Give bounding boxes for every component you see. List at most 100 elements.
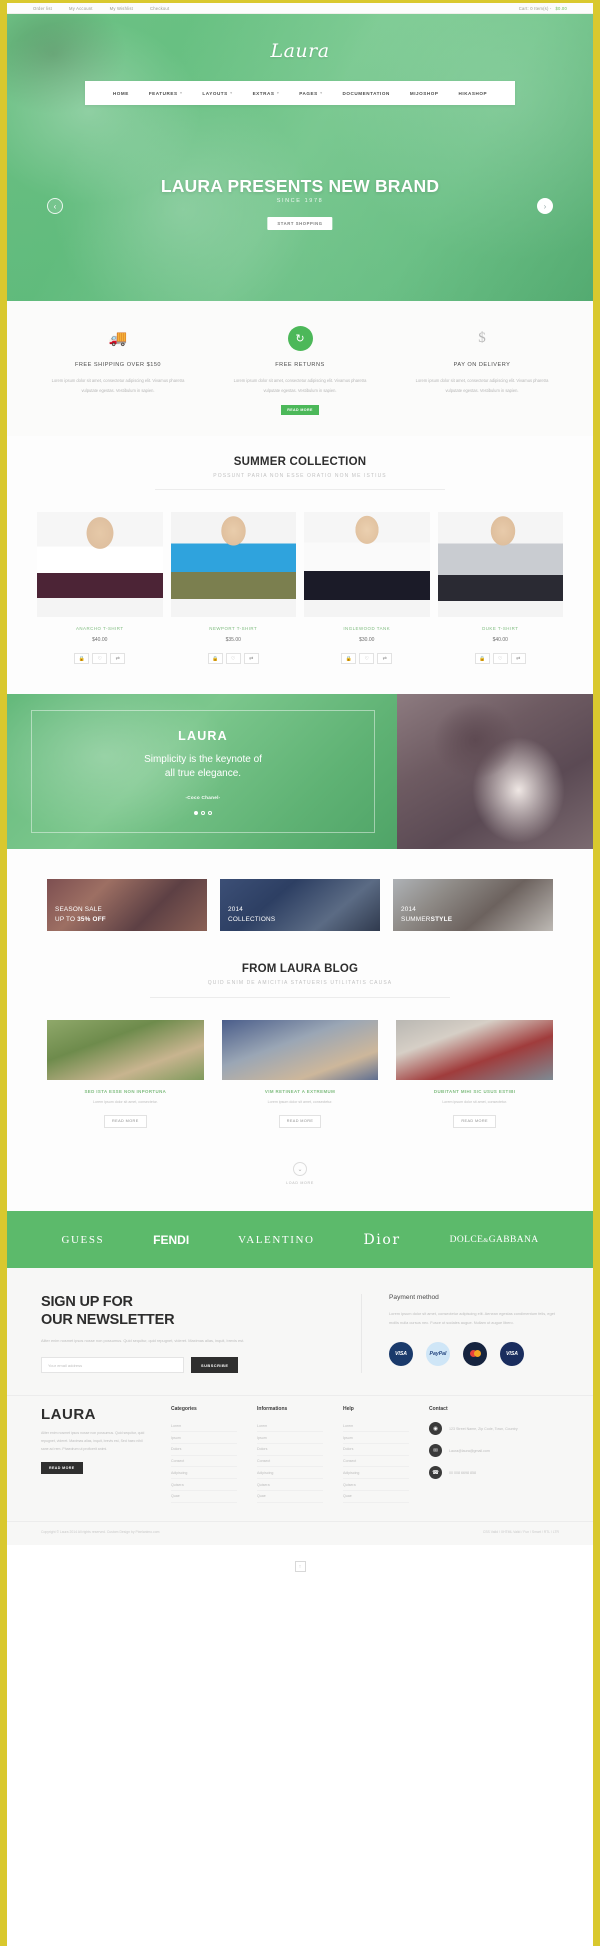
blog-post-card[interactable]: DUBITANT MIHI SIC USUS ESTIBI Lorem ipsu… [396,1020,554,1128]
blog-post-image[interactable] [221,1020,379,1081]
add-to-cart-icon[interactable]: 🔒 [341,653,357,665]
footer-link[interactable]: Quisera [171,1479,237,1492]
paypal-icon[interactable]: PayPal [426,1341,450,1366]
contact-email-text[interactable]: Laura@laura@gmail.com [449,1448,490,1454]
brand-valentino[interactable]: VALENTINO [238,1234,315,1246]
product-image[interactable] [437,512,563,618]
footer-link[interactable]: Lorem [343,1420,409,1433]
email-field[interactable]: Your email address [41,1357,184,1374]
load-more-section[interactable]: ⌄ LOAD MORE [7,1128,593,1185]
start-shopping-button[interactable]: START SHOPPING [267,217,333,230]
blog-post-title[interactable]: DUBITANT MIHI SIC USUS ESTIBI [396,1089,553,1094]
visa-icon[interactable]: VISA [389,1341,413,1366]
blog-post-card[interactable]: VIM RETINEAT A EXTREMUM Lorem ipsum dolo… [221,1020,379,1128]
footer-link[interactable]: Dolors [257,1444,323,1456]
footer-link[interactable]: Lorem [257,1420,323,1433]
validation-links[interactable]: CSS Valid / XHTML Valid / Fun / Smart / … [483,1529,559,1536]
product-card[interactable]: DUKE T-SHIRT $40.00 🔒 ♡ ⇄ [437,512,564,665]
add-to-cart-icon[interactable]: 🔒 [207,653,223,665]
blog-read-more-button[interactable]: READ MORE [104,1114,147,1128]
chevron-down-icon[interactable]: ⌄ [293,1162,307,1176]
footer-link[interactable]: Consect [343,1456,409,1468]
nav-item-layouts[interactable]: LAYOUTS ▾ [192,91,242,96]
nav-item-mijoshop[interactable]: MIJOSHOP [400,91,449,96]
product-image[interactable] [170,512,296,618]
cart-summary[interactable]: Cart: 0 Item(s) - $0.00 [519,6,567,11]
footer-link[interactable]: Ipsum [171,1432,237,1444]
product-card[interactable]: INGLEWOOD TANK $30.00 🔒 ♡ ⇄ [304,512,430,665]
quote-pagination[interactable] [194,810,212,815]
add-to-cart-icon[interactable]: 🔒 [74,653,90,665]
top-link-order-list[interactable]: Order list [33,6,52,11]
top-link-checkout[interactable]: Checkout [150,6,169,11]
nav-item-hikashop[interactable]: HIKASHOP [449,91,498,96]
contact-email-row[interactable]: ✉ Laura@laura@gmail.com [429,1444,559,1458]
quote-dot-3[interactable] [208,810,212,815]
blog-post-title[interactable]: SED ISTA ESSE NON INPORTUNA [47,1089,204,1094]
blog-post-image[interactable] [396,1020,554,1081]
footer-link[interactable]: Consect [171,1456,237,1468]
product-card[interactable]: ANARCHO T-SHIRT $40.00 🔒 ♡ ⇄ [37,512,163,665]
footer-logo[interactable]: LAURA [41,1406,151,1423]
wishlist-icon[interactable]: ♡ [492,653,508,665]
top-link-my-wishlist[interactable]: My Wishlist [110,6,133,11]
blog-post-title[interactable]: VIM RETINEAT A EXTREMUM [222,1089,379,1094]
nav-item-features[interactable]: FEATURES ▾ [139,91,193,96]
compare-icon[interactable]: ⇄ [377,653,393,665]
wishlist-icon[interactable]: ♡ [225,653,241,665]
footer-read-more-button[interactable]: READ MORE [41,1462,83,1475]
feature-read-more-button[interactable]: READ MORE [281,405,319,416]
blog-read-more-button[interactable]: READ MORE [278,1114,322,1128]
product-name[interactable]: NEWPORT T-SHIRT [171,626,297,631]
footer-link[interactable]: Adipiscing [257,1467,323,1480]
blog-post-image[interactable] [47,1020,204,1081]
product-name[interactable]: DUKE T-SHIRT [438,626,564,631]
load-more-label[interactable]: LOAD MORE [7,1181,593,1185]
footer-link[interactable]: Quae [257,1491,323,1503]
footer-link[interactable]: Quae [171,1491,237,1503]
brand-dior[interactable]: Dior [363,1232,400,1248]
footer-link[interactable]: Ipsum [343,1432,409,1444]
nav-item-home[interactable]: HOME [103,91,139,96]
site-logo[interactable]: Laura [7,40,593,62]
arrow-up-icon[interactable]: ↑ [294,1561,306,1573]
wishlist-icon[interactable]: ♡ [92,653,108,665]
footer-link[interactable]: Adipiscing [343,1467,409,1480]
blog-post-card[interactable]: SED ISTA ESSE NON INPORTUNA Lorem ipsum … [47,1020,204,1128]
footer-link[interactable]: Dolors [171,1444,237,1456]
footer-link[interactable]: Quisera [257,1479,323,1492]
footer-link[interactable]: Ipsum [257,1432,323,1444]
product-image[interactable] [304,512,430,618]
product-name[interactable]: ANARCHO T-SHIRT [37,626,163,631]
scroll-to-top[interactable]: ↑ [7,1544,593,1579]
footer-link[interactable]: Adipiscing [171,1467,237,1480]
product-name[interactable]: INGLEWOOD TANK [304,626,430,631]
nav-item-pages[interactable]: PAGES ▾ [289,91,332,96]
top-link-my-account[interactable]: My Account [69,6,93,11]
blog-read-more-button[interactable]: READ MORE [453,1114,496,1128]
mastercard-icon[interactable] [463,1341,487,1366]
nav-item-extras[interactable]: EXTRAS ▾ [243,91,290,96]
footer-link[interactable]: Quisera [343,1479,409,1492]
footer-link[interactable]: Dolors [343,1444,409,1456]
slider-next-arrow-icon[interactable]: › [537,198,553,214]
product-card[interactable]: NEWPORT T-SHIRT $35.00 🔒 ♡ ⇄ [170,512,297,665]
add-to-cart-icon[interactable]: 🔒 [474,653,490,665]
brand-guess[interactable]: GUESS [61,1234,104,1246]
footer-link[interactable]: Consect [257,1456,323,1468]
footer-link[interactable]: Lorem [171,1420,237,1433]
footer-link[interactable]: Quae [343,1491,409,1503]
visa-electron-icon[interactable]: VISA [500,1341,524,1366]
slider-prev-arrow-icon[interactable]: ‹ [47,198,63,214]
compare-icon[interactable]: ⇄ [110,653,126,665]
wishlist-icon[interactable]: ♡ [359,653,375,665]
brand-dolce-gabbana[interactable]: DOLCE&GABBANA [450,1235,539,1245]
quote-dot-2[interactable] [201,810,205,815]
subscribe-button[interactable]: SUBSCRIBE [191,1357,239,1374]
promo-2014-collections[interactable]: 2014 COLLECTIONS [220,879,380,932]
promo-2014-summer-style[interactable]: 2014 SUMMERSTYLE [393,879,553,932]
promo-season-sale[interactable]: SEASON SALE UP TO 35% OFF [47,879,207,932]
product-image[interactable] [37,512,163,618]
nav-item-documentation[interactable]: DOCUMENTATION [333,91,400,96]
compare-icon[interactable]: ⇄ [243,653,259,665]
